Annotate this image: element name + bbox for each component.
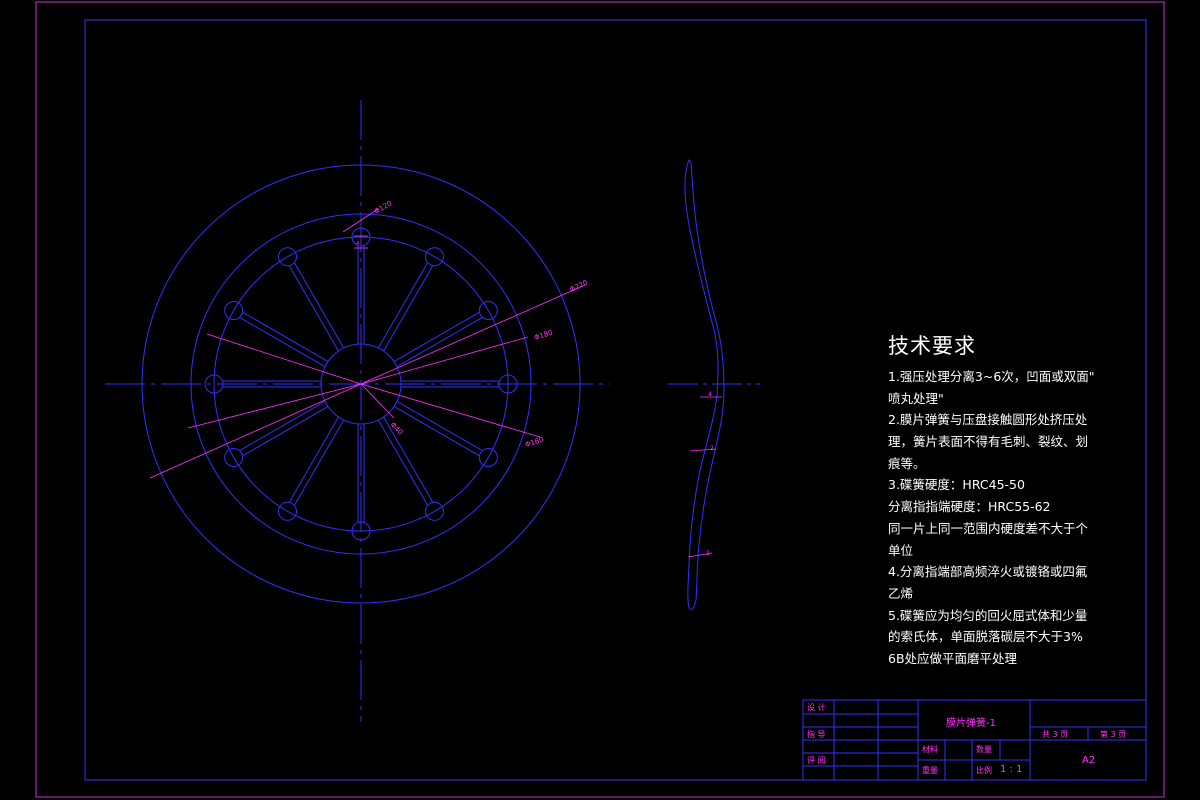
side-dim-label-b: 2 — [710, 445, 714, 452]
front-dimensions — [149, 208, 586, 479]
tech-requirement-line: 分离指指端硬度：HRC55-62 — [888, 499, 1051, 515]
technical-requirements: 技术要求 1.强压处理分离3~6次，凹面或双面" 喷丸处理" 2.膜片弹簧与压盘接触… — [888, 330, 1148, 670]
tech-requirement-line: 喷丸处理" — [888, 390, 944, 406]
finger-slot-edge — [393, 406, 480, 457]
tech-requirement-line: 1.强压处理分离3~6次，凹面或双面" — [888, 369, 1095, 384]
sheet-size: A2 — [1082, 755, 1096, 766]
side-profile — [684, 158, 725, 611]
tech-requirements-title: 技术要求 — [888, 334, 976, 358]
dim-line-outer-b — [149, 383, 362, 479]
dim-label-bore: Φ40 — [389, 421, 405, 437]
finger-slot-edge — [396, 317, 483, 368]
finger-slot-edge — [239, 400, 326, 451]
front-view — [105, 100, 610, 722]
tech-requirement-line: 同一片上同一范围内硬度差不大于个 — [888, 520, 1089, 536]
tech-requirement-line: 乙烯 — [888, 585, 914, 601]
finger-slot-edge — [294, 419, 345, 506]
side-dimensions — [687, 396, 722, 558]
scale-label: 比例 — [976, 766, 992, 775]
finger-slot-edge — [383, 416, 434, 503]
design-label: 设 计 — [807, 703, 826, 712]
tech-requirement-line: 6B处应做平面磨平处理 — [888, 650, 1018, 666]
tech-requirement-line: 痕等。 — [888, 455, 926, 471]
finger-slot-edge — [239, 317, 326, 368]
tech-requirement-line: 5.碟簧应为均匀的回火屈式体和少量 — [888, 607, 1088, 623]
dim-label-ring: Φ120 — [373, 199, 393, 215]
tech-requirement-line: 4.分离指端部高频淬火或镀铬或四氟 — [888, 564, 1088, 580]
side-view — [668, 158, 760, 611]
finger-slot-edge — [383, 265, 434, 352]
side-dim-label-c: 2 — [706, 550, 710, 557]
scale-value: 1 : 1 — [1000, 764, 1023, 775]
dim-label-outer: Φ220 — [568, 279, 588, 294]
finger-slot-edge — [288, 265, 339, 352]
review-label: 评 阅 — [807, 756, 826, 765]
finger-slot-edge — [377, 262, 428, 349]
dim-label-tip: Φ160 — [524, 436, 544, 449]
front-dimension-labels: Φ120 Φ220 Φ180 Φ40 Φ160 4 — [356, 199, 589, 449]
title-block-grid — [802, 699, 1147, 781]
finger-slot-edge — [242, 311, 329, 362]
tech-requirement-line: 3.碟簧硬度：HRC45-50 — [888, 477, 1025, 493]
page-number: 第 3 页 — [1100, 730, 1127, 739]
side-dim-label-a: 4 — [708, 391, 712, 398]
drawing-label: 指 导 — [807, 730, 826, 739]
tech-requirement-line: 的索氏体，单面脱落碳层不大于3% — [888, 629, 1083, 645]
dim-label-thickness: 4 — [356, 241, 359, 247]
tech-requirement-line: 单位 — [888, 542, 914, 558]
material-label: 材料 — [922, 745, 938, 754]
finger-slot-edge — [396, 400, 483, 451]
finger-slot-edge — [288, 416, 339, 503]
weight-label: 重量 — [922, 766, 938, 775]
dim-label-mid: Φ180 — [533, 329, 553, 342]
finger-slot-edge — [377, 419, 428, 506]
tech-requirements-list: 1.强压处理分离3~6次，凹面或双面" 喷丸处理" 2.膜片弹簧与压盘接触圆形处挤压… — [888, 366, 1148, 670]
tech-requirement-line: 理，簧片表面不得有毛刺、裂纹、划 — [888, 434, 1089, 450]
finger-slot-edge — [294, 262, 345, 349]
total-pages: 共 3 页 — [1042, 730, 1069, 739]
tech-requirement-line: 2.膜片弹簧与压盘接触圆形处挤压处 — [888, 412, 1088, 428]
part-name: 膜片弹簧-1 — [946, 718, 996, 729]
dim-line-tip-b — [206, 333, 362, 385]
quantity-label: 数量 — [976, 745, 992, 754]
